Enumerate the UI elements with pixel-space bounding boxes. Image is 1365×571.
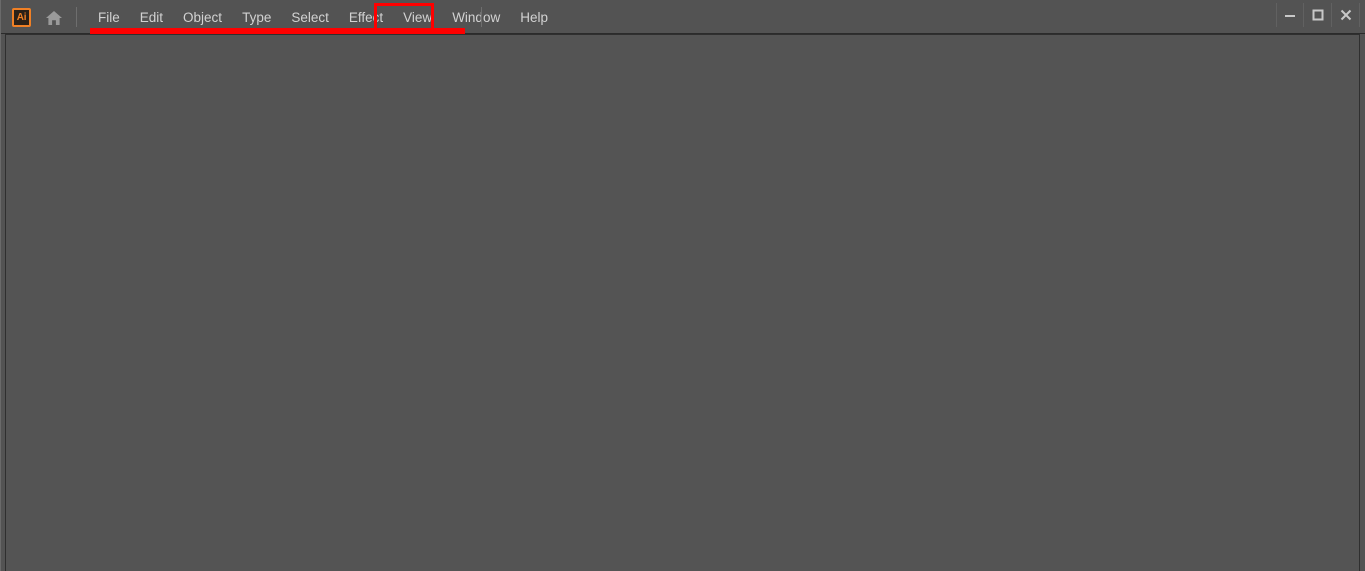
menu-item-object[interactable]: Object (173, 5, 232, 30)
menubar-separator-left (76, 7, 77, 27)
illustrator-window: Ai File Edit Object Type Select Effect V… (0, 0, 1365, 571)
menu-item-edit[interactable]: Edit (130, 5, 173, 30)
minimize-button[interactable] (1276, 3, 1304, 27)
home-icon[interactable] (44, 8, 64, 27)
maximize-button[interactable] (1304, 3, 1332, 27)
app-logo-icon: Ai (12, 8, 31, 27)
menu-bar: Ai File Edit Object Type Select Effect V… (0, 0, 1365, 34)
menu-item-window[interactable]: Window (442, 5, 510, 30)
menu-item-type[interactable]: Type (232, 5, 281, 30)
menu-item-file[interactable]: File (88, 5, 130, 30)
menu-item-view[interactable]: View (393, 5, 442, 30)
close-button[interactable] (1332, 3, 1360, 27)
workspace-left-edge (0, 34, 1, 571)
menu-item-help[interactable]: Help (510, 5, 558, 30)
menu-item-select[interactable]: Select (281, 5, 339, 30)
menubar-separator-right (481, 7, 482, 27)
menu-item-effect[interactable]: Effect (339, 5, 393, 30)
document-canvas[interactable] (5, 34, 1360, 571)
window-left-edge (0, 0, 1, 34)
menu-item-list: File Edit Object Type Select Effect View… (88, 0, 558, 34)
window-controls (1276, 3, 1360, 27)
